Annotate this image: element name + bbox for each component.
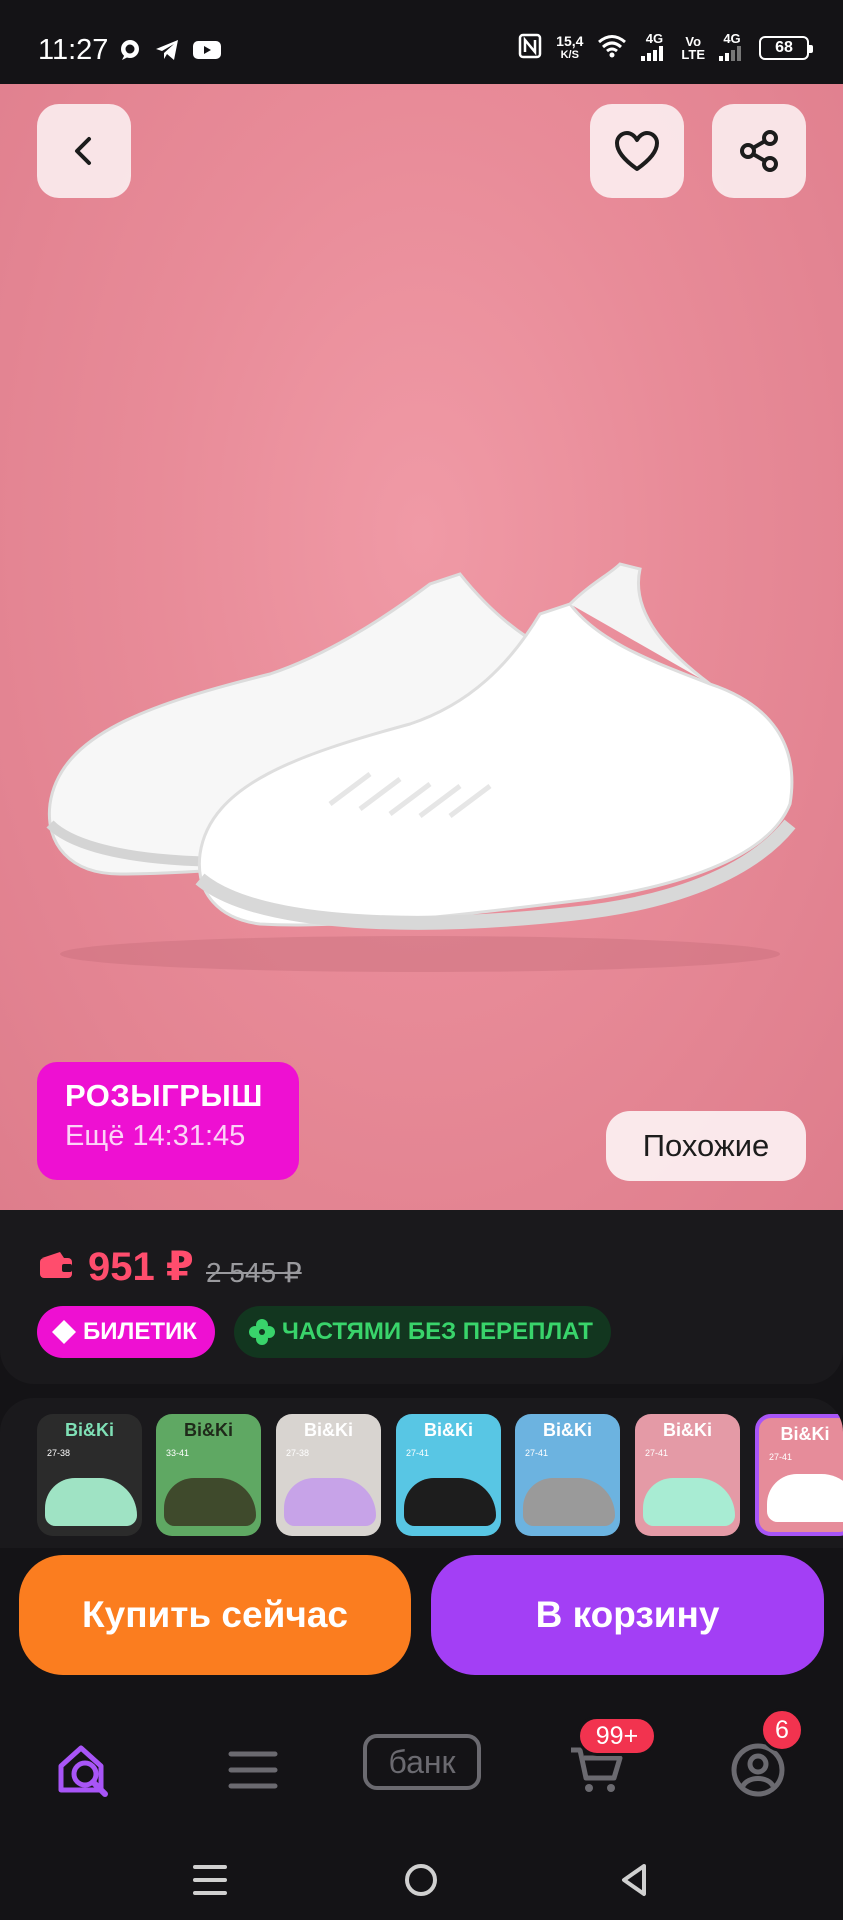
- signal-2: 4G: [719, 32, 745, 63]
- recent-apps-button[interactable]: [180, 1850, 240, 1910]
- home-circle-icon: [405, 1864, 437, 1896]
- profile-count-badge: 6: [760, 1708, 804, 1752]
- net1-label: 4G: [645, 31, 664, 46]
- shoes-illustration: [46, 562, 796, 972]
- variant-thumb-1[interactable]: Bi&Ki 27-38: [37, 1414, 142, 1536]
- wallet-icon: [40, 1252, 72, 1278]
- thumb-size: 27-38: [47, 1448, 71, 1458]
- ticket-icon: [52, 1320, 76, 1344]
- cart-count-badge: 99+: [577, 1716, 657, 1756]
- thumb-brand: Bi&Ki: [424, 1420, 473, 1440]
- net2-label: 4G: [723, 31, 741, 46]
- thumb-brand: Bi&Ki: [304, 1420, 353, 1440]
- speed-unit: K/S: [560, 48, 579, 61]
- thumb-size: 27-41: [769, 1452, 793, 1462]
- variant-thumb-2[interactable]: Bi&Ki 33-41: [156, 1414, 261, 1536]
- nav-catalog[interactable]: [213, 1730, 293, 1810]
- thumb-brand: Bi&Ki: [543, 1420, 592, 1440]
- heart-icon: [615, 131, 659, 171]
- nav-bank[interactable]: банк: [363, 1734, 481, 1790]
- thumb-shoe: [45, 1478, 137, 1526]
- thumb-shoe: [523, 1478, 615, 1526]
- battery-level: 68: [775, 38, 793, 56]
- variant-thumb-4[interactable]: Bi&Ki 27-41: [396, 1414, 501, 1536]
- share-icon: [740, 130, 778, 172]
- speed-value: 15,4: [556, 32, 584, 49]
- wifi-icon: [597, 34, 627, 61]
- status-time: 11:27: [38, 34, 109, 66]
- similar-button[interactable]: Похожие: [606, 1111, 806, 1181]
- volte-top: Vo: [685, 33, 702, 49]
- variant-thumb-3[interactable]: Bi&Ki 27-38: [276, 1414, 381, 1536]
- system-nav-bar: [0, 1840, 843, 1920]
- thumb-shoe: [643, 1478, 735, 1526]
- thumb-shoe: [284, 1478, 376, 1526]
- variant-thumb-7-selected[interactable]: Bi&Ki 27-41: [755, 1414, 843, 1536]
- menu-icon: [228, 1751, 278, 1789]
- telegram-icon: [154, 38, 180, 67]
- bottom-nav: банк 99+ 6: [0, 1690, 843, 1840]
- signal-1: 4G: [641, 32, 667, 63]
- ticket-label: БИЛЕТИК: [83, 1318, 197, 1345]
- favorite-button[interactable]: [590, 104, 684, 198]
- variant-thumb-5[interactable]: Bi&Ki 27-41: [515, 1414, 620, 1536]
- old-price: 2 545 ₽: [206, 1257, 302, 1288]
- nav-home-search[interactable]: [45, 1730, 125, 1810]
- youtube-icon: [192, 38, 222, 67]
- clover-icon: [249, 1319, 275, 1345]
- thumb-brand: Bi&Ki: [184, 1420, 233, 1440]
- giveaway-badge[interactable]: РОЗЫГРЫШ Ещё 14:31:45: [37, 1062, 299, 1180]
- status-bar: 11:27 15,4 K/S 4G Vo LTE 4G 68: [0, 0, 843, 84]
- thumb-size: 27-41: [406, 1448, 430, 1458]
- battery-icon: 68: [759, 35, 813, 60]
- giveaway-timer: Ещё 14:31:45: [65, 1120, 246, 1152]
- volte-bottom: LTE: [681, 46, 705, 62]
- giveaway-title: РОЗЫГРЫШ: [65, 1078, 263, 1113]
- system-back-button[interactable]: [604, 1850, 664, 1910]
- back-button[interactable]: [37, 104, 131, 198]
- share-button[interactable]: [712, 104, 806, 198]
- status-app-icons: [118, 38, 222, 67]
- home-button[interactable]: [391, 1850, 451, 1910]
- variant-thumb-6[interactable]: Bi&Ki 27-41: [635, 1414, 740, 1536]
- thumb-shoe: [767, 1474, 843, 1522]
- chevron-left-icon: [75, 137, 91, 165]
- installments-badge[interactable]: ЧАСТЯМИ БЕЗ ПЕРЕПЛАТ: [234, 1306, 611, 1358]
- thumb-size: 33-41: [166, 1448, 190, 1458]
- thumb-size: 27-41: [525, 1448, 549, 1458]
- thumb-brand: Bi&Ki: [65, 1420, 114, 1440]
- variant-thumbnails: Bi&Ki 27-38 Bi&Ki 33-41 Bi&Ki 27-38 Bi&K…: [0, 1398, 843, 1548]
- home-search-icon: [58, 1745, 108, 1797]
- volte-indicator: Vo LTE: [681, 35, 705, 61]
- ticket-badge[interactable]: БИЛЕТИК: [37, 1306, 215, 1358]
- buy-now-button[interactable]: Купить сейчас: [19, 1555, 411, 1675]
- thumb-brand: Bi&Ki: [663, 1420, 712, 1440]
- back-triangle-icon: [622, 1864, 646, 1896]
- add-to-cart-button[interactable]: В корзину: [431, 1555, 824, 1675]
- thumb-size: 27-41: [645, 1448, 669, 1458]
- chat-bubble-icon: [118, 38, 142, 67]
- installments-label: ЧАСТЯМИ БЕЗ ПЕРЕПЛАТ: [282, 1318, 593, 1345]
- thumb-shoe: [404, 1478, 496, 1526]
- product-image[interactable]: РОЗЫГРЫШ Ещё 14:31:45 Похожие: [0, 84, 843, 1210]
- thumb-shoe: [164, 1478, 256, 1526]
- network-speed: 15,4 K/S: [556, 34, 583, 62]
- current-price: 951 ₽: [88, 1245, 194, 1289]
- thumb-brand: Bi&Ki: [780, 1424, 830, 1444]
- recent-apps-icon: [193, 1865, 227, 1895]
- thumb-size: 27-38: [286, 1448, 310, 1458]
- status-indicators: 15,4 K/S 4G Vo LTE 4G 68: [518, 32, 813, 63]
- nfc-icon: [518, 33, 542, 62]
- price-panel: 951 ₽ 2 545 ₽ БИЛЕТИК ЧАСТЯМИ БЕЗ ПЕРЕПЛ…: [0, 1210, 843, 1384]
